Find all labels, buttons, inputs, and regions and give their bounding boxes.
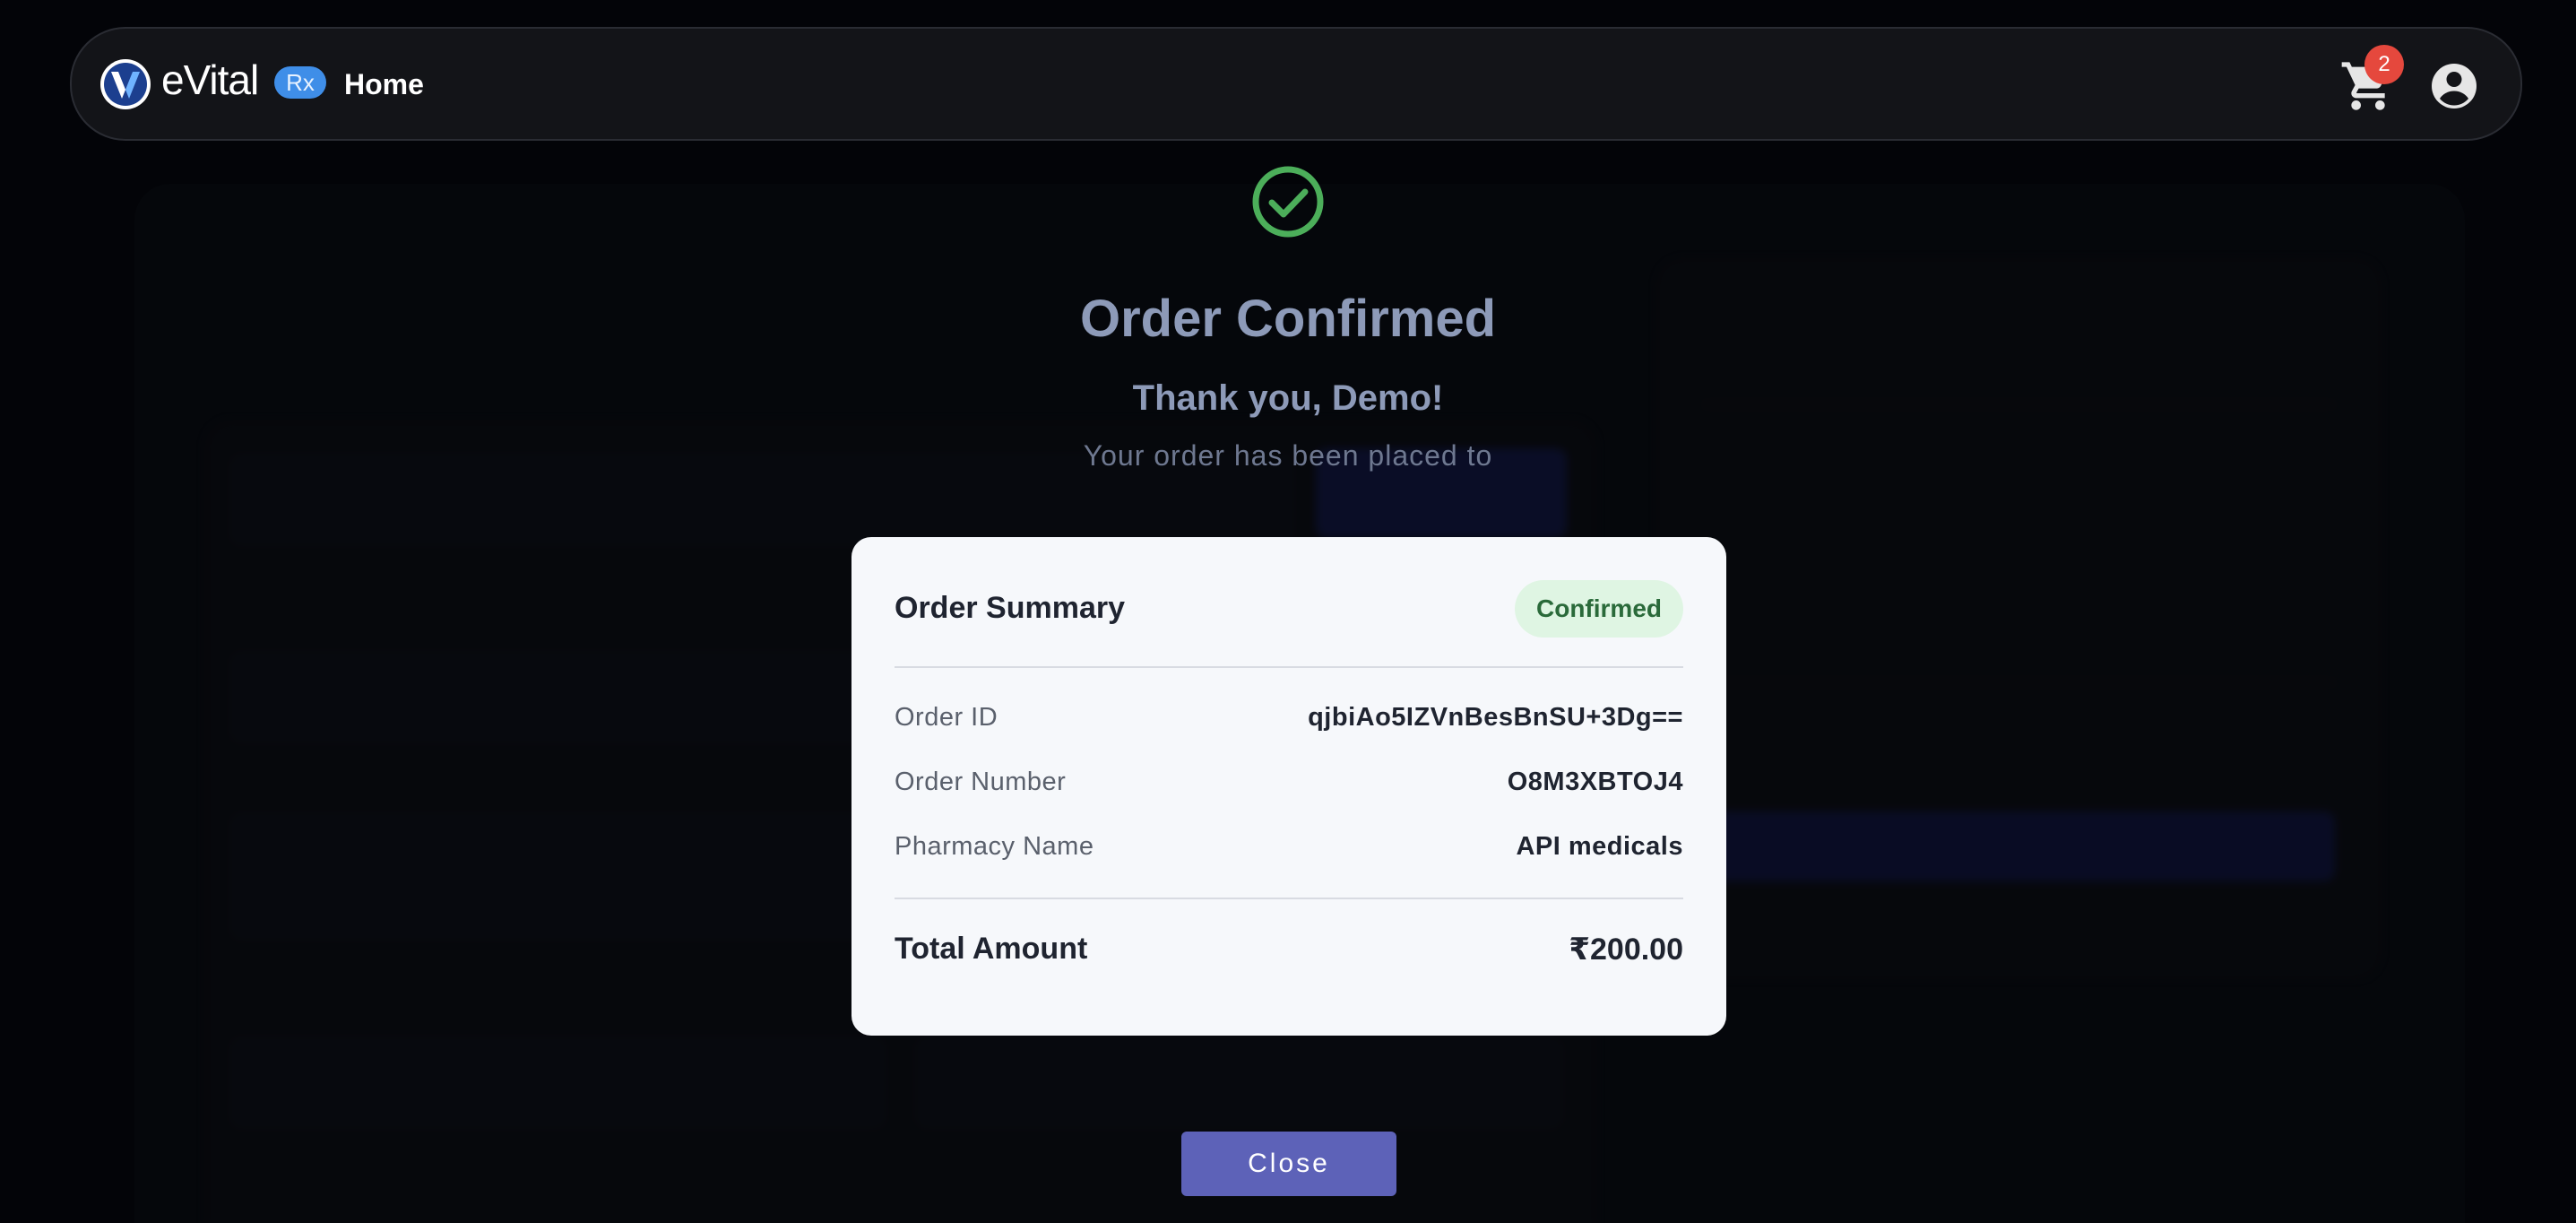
order-number-label: Order Number [895, 768, 1067, 796]
thank-you-text: Thank you, Demo! [1132, 378, 1444, 418]
order-confirmed-title: Order Confirmed [1079, 290, 1497, 348]
order-placed-text: Your order has been placed to [1083, 439, 1493, 472]
status-badge: Confirmed [1515, 580, 1683, 638]
logo-icon [100, 59, 151, 109]
pharmacy-name-row: Pharmacy Name API medicals [895, 832, 1683, 868]
order-id-value: qjbiAo5IZVnBesBnSU+3Dg== [1308, 703, 1683, 732]
check-circle-icon [1252, 166, 1324, 238]
order-id-row: Order ID qjbiAo5IZVnBesBnSU+3Dg== [895, 703, 1683, 739]
pharmacy-name-label: Pharmacy Name [895, 832, 1094, 861]
total-amount-value: ₹200.00 [1569, 932, 1683, 967]
total-amount-label: Total Amount [895, 932, 1088, 966]
nav-home-link[interactable]: Home [344, 68, 424, 101]
logo-rx-badge: Rx [274, 66, 326, 99]
divider [895, 666, 1683, 668]
modal-title: Order Summary [895, 591, 1125, 625]
divider [895, 898, 1683, 899]
logo-text: eVital [161, 56, 259, 103]
order-number-row: Order Number O8M3XBTOJ4 [895, 768, 1683, 803]
close-button[interactable]: Close [1181, 1132, 1396, 1196]
order-id-label: Order ID [895, 703, 998, 732]
cart-count-badge: 2 [2364, 45, 2404, 84]
order-number-value: O8M3XBTOJ4 [1507, 768, 1683, 796]
top-navbar: eVital Rx Home 2 [70, 27, 2522, 141]
account-circle-icon[interactable] [2427, 59, 2481, 113]
order-summary-modal: Order Summary Confirmed Order ID qjbiAo5… [851, 537, 1726, 1036]
pharmacy-name-value: API medicals [1516, 832, 1683, 861]
